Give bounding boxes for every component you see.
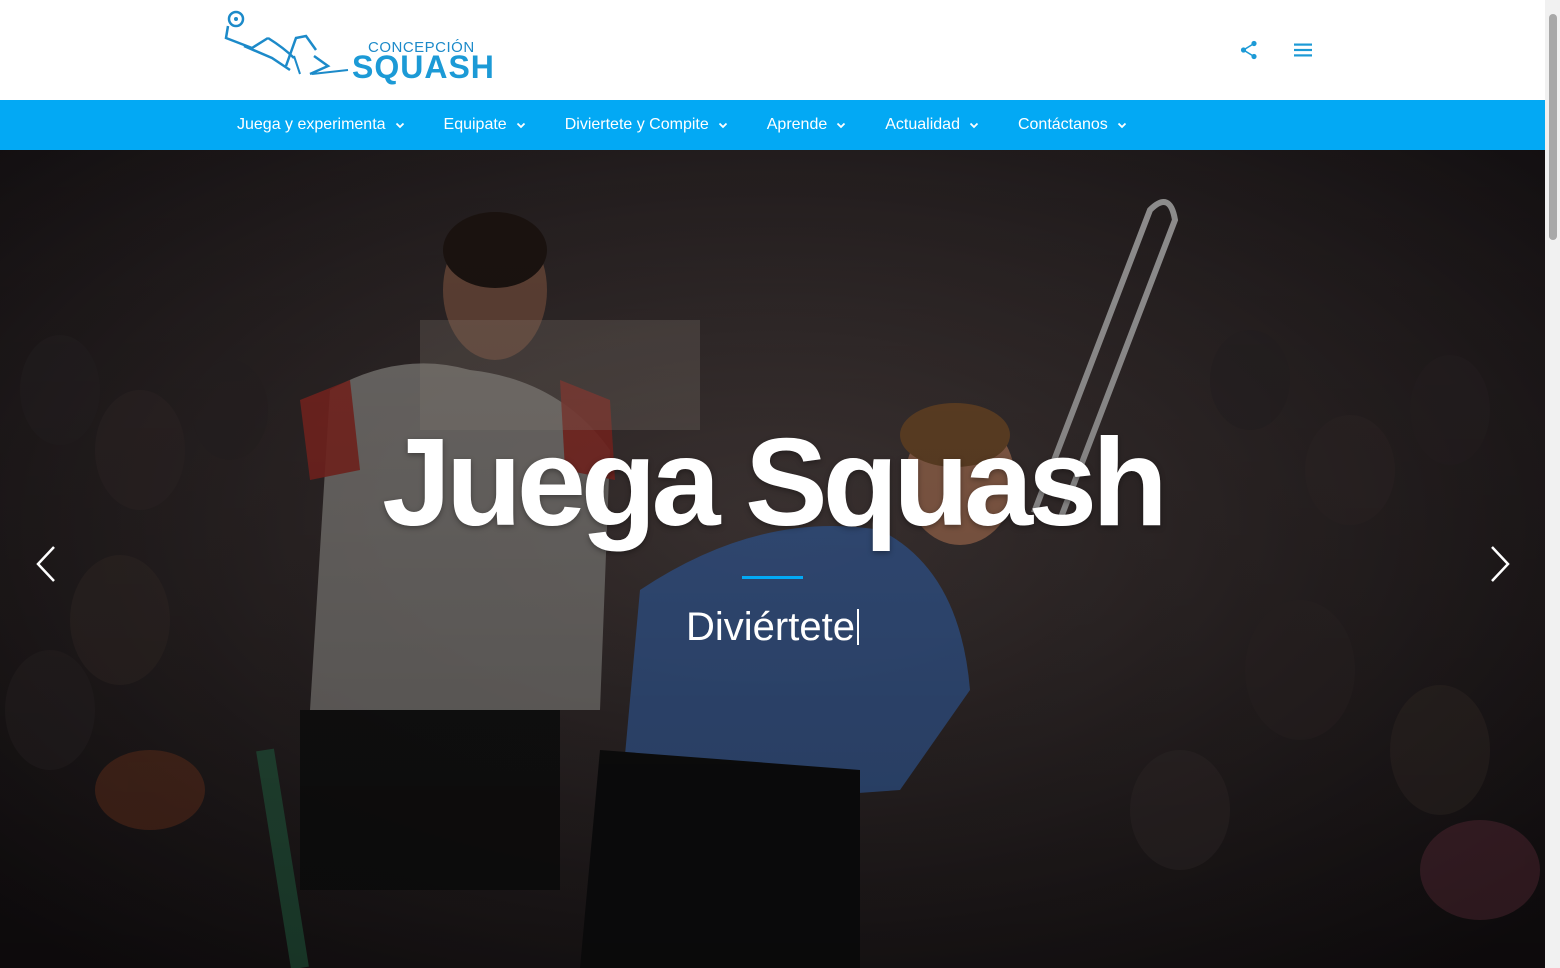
chevron-down-icon: [395, 122, 404, 129]
chevron-down-icon: [516, 122, 525, 129]
share-icon[interactable]: [1237, 38, 1261, 62]
hamburger-menu-icon[interactable]: [1291, 38, 1315, 62]
nav-item-label: Diviertete y Compite: [564, 116, 709, 133]
scrollbar-thumb[interactable]: [1549, 14, 1557, 240]
hero-subtitle-text: Diviértete: [686, 605, 855, 649]
nav-item-label: Contáctanos: [1017, 116, 1108, 133]
page-scrollbar[interactable]: [1545, 0, 1560, 968]
hero-background-image: [0, 150, 1545, 968]
slider-prev-button[interactable]: [34, 544, 58, 584]
hero-divider: [742, 576, 803, 579]
chevron-left-icon: [36, 546, 55, 582]
nav-item-actualidad[interactable]: Actualidad: [866, 100, 999, 150]
nav-item-aprende[interactable]: Aprende: [748, 100, 867, 150]
typing-cursor: [856, 609, 859, 645]
nav-item-label: Juega y experimenta: [237, 116, 386, 133]
hero-title: Juega Squash: [382, 414, 1168, 552]
nav-item-label: Actualidad: [885, 116, 960, 133]
nav-item-label: Aprende: [766, 116, 828, 133]
chevron-right-icon: [1491, 546, 1510, 582]
page: CONCEPCIÓN SQUASH Juega y experimenta Eq…: [0, 0, 1560, 968]
site-logo[interactable]: CONCEPCIÓN SQUASH: [224, 8, 524, 86]
hero-slider: Juega Squash Diviértete: [0, 150, 1545, 968]
chevron-down-icon: [1117, 122, 1126, 129]
nav-item-contactanos[interactable]: Contáctanos: [999, 100, 1147, 150]
nav-item-juega-y-experimenta[interactable]: Juega y experimenta: [218, 100, 425, 150]
nav-item-equipate[interactable]: Equipate: [425, 100, 546, 150]
logo-text-main: SQUASH: [352, 49, 495, 85]
chevron-down-icon: [718, 122, 727, 129]
nav-item-diviertete-y-compite[interactable]: Diviertete y Compite: [546, 100, 748, 150]
chevron-down-icon: [969, 122, 979, 129]
hero-subtitle: Diviértete: [0, 602, 1545, 652]
chevron-down-icon: [837, 122, 846, 129]
slider-next-button[interactable]: [1488, 544, 1512, 584]
site-header: CONCEPCIÓN SQUASH: [0, 0, 1545, 100]
nav-list: Juega y experimenta Equipate Diviertete …: [218, 100, 1147, 150]
nav-item-label: Equipate: [443, 116, 507, 133]
main-nav: Juega y experimenta Equipate Diviertete …: [0, 100, 1545, 150]
